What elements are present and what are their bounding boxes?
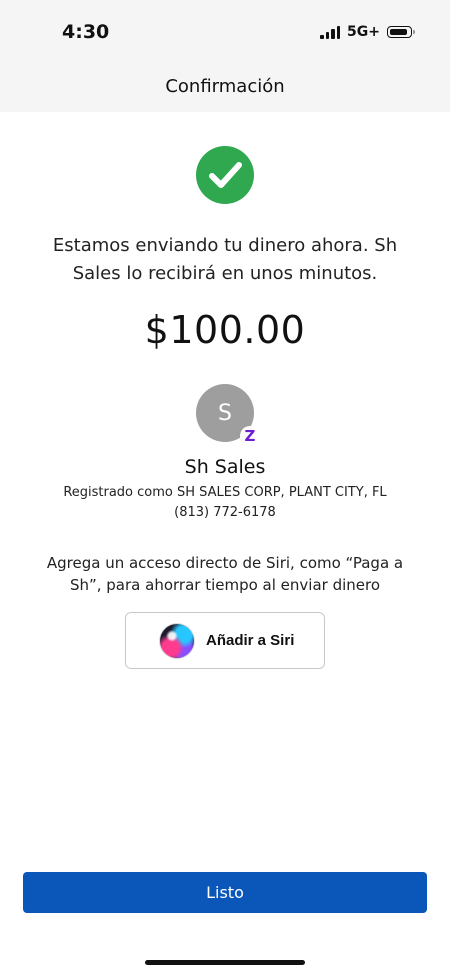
recipient-phone: (813) 772-6178 (174, 505, 276, 520)
home-indicator[interactable] (145, 960, 305, 965)
status-time: 4:30 (62, 21, 110, 43)
zelle-icon: Z (240, 426, 260, 446)
signal-bars-icon (320, 25, 341, 39)
done-label: Listo (206, 883, 244, 902)
nav-bar: Confirmación (0, 64, 450, 112)
siri-prompt: Agrega un acceso directo de Siri, como “… (46, 554, 404, 594)
status-icons: 5G+ (320, 24, 415, 40)
status-bar: 4:30 5G+ (0, 0, 450, 64)
amount: $100.00 (144, 308, 306, 352)
add-to-siri-label: Añadir a Siri (206, 632, 295, 649)
add-to-siri-button[interactable]: Añadir a Siri (125, 612, 325, 669)
recipient-name: Sh Sales (184, 456, 266, 478)
network-label: 5G+ (347, 24, 380, 40)
done-button[interactable]: Listo (23, 872, 427, 913)
check-circle-icon (196, 146, 254, 204)
siri-icon (160, 623, 194, 658)
battery-icon (387, 26, 415, 38)
confirmation-message: Estamos enviando tu dinero ahora. Sh Sal… (52, 235, 398, 284)
avatar-initial: S (218, 400, 232, 426)
page-title: Confirmación (165, 76, 285, 97)
registered-as: Registrado como SH SALES CORP, PLANT CIT… (63, 485, 387, 500)
